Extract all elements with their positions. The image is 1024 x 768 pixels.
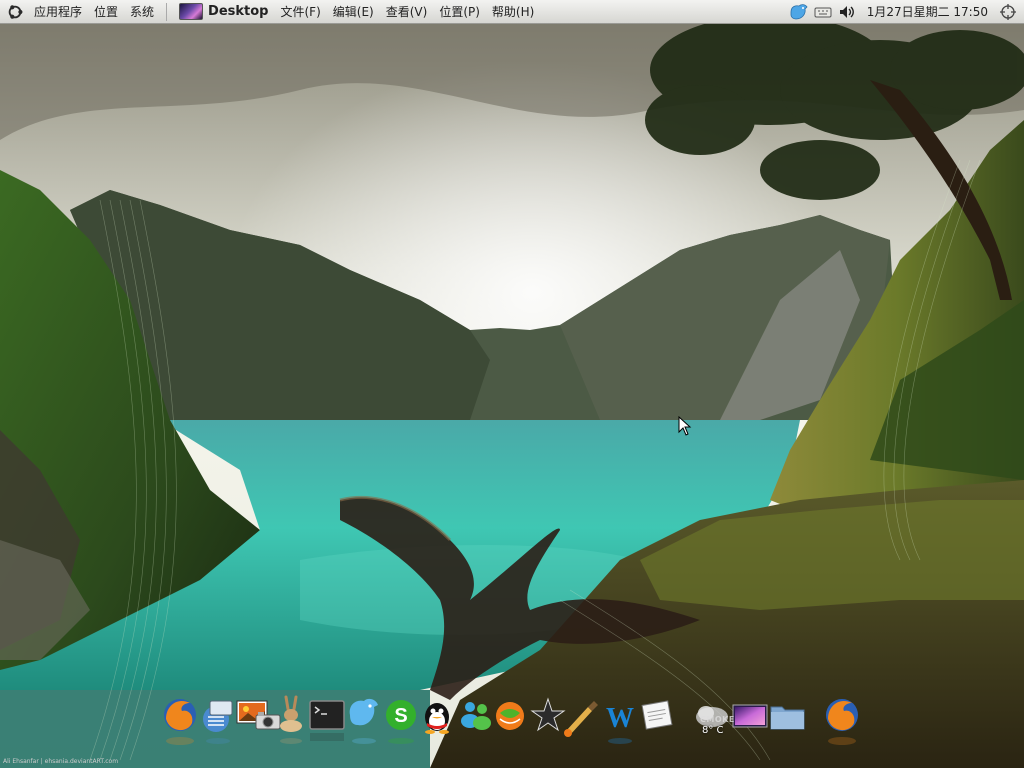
svg-text:W: W: [606, 703, 634, 734]
menu-file[interactable]: 文件(F): [275, 0, 327, 24]
menu-help[interactable]: 帮助(H): [486, 0, 540, 24]
mouse-cursor: [678, 416, 692, 436]
menu-system[interactable]: 系统: [124, 0, 160, 24]
menu-go[interactable]: 位置(P): [433, 0, 486, 24]
writer-icon[interactable]: W: [600, 693, 640, 763]
menu-applications[interactable]: 应用程序: [28, 0, 88, 24]
clock[interactable]: 1月27日星期二 17:50: [859, 3, 996, 20]
menu-places[interactable]: 位置: [88, 0, 124, 24]
desktop-app-icon: [179, 3, 204, 20]
ubuntu-logo-icon[interactable]: [6, 3, 24, 21]
mail-icon[interactable]: [492, 693, 532, 763]
menu-view[interactable]: 查看(V): [380, 0, 434, 24]
panel-left: 应用程序 位置 系统 Desktop 文件(F) 编辑(E) 查看(V) 位置(…: [0, 0, 540, 24]
volume-icon[interactable]: [837, 2, 857, 22]
top-panel: 应用程序 位置 系统 Desktop 文件(F) 编辑(E) 查看(V) 位置(…: [0, 0, 1024, 24]
panel-right: 1月27日星期二 17:50: [787, 0, 1024, 24]
messenger-icon[interactable]: [456, 693, 496, 763]
weather-temperature: 8° C: [702, 725, 724, 736]
rabbit-icon[interactable]: [272, 693, 312, 763]
terminal-icon[interactable]: [308, 693, 348, 763]
folder-icon[interactable]: [768, 693, 808, 763]
dock: S W: [156, 693, 868, 763]
panel-separator: [166, 2, 168, 21]
qq-icon[interactable]: [418, 693, 458, 763]
keyboard-icon[interactable]: [813, 2, 833, 22]
svg-text:S: S: [394, 705, 407, 727]
system-icon[interactable]: [198, 693, 238, 763]
screen-icon[interactable]: [730, 693, 770, 763]
twitter-bird-icon[interactable]: [789, 2, 809, 22]
firefox-icon[interactable]: [160, 693, 200, 763]
twitter-icon[interactable]: [344, 693, 384, 763]
firefox-icon-2[interactable]: [822, 693, 862, 763]
wallpaper-credit: Ali Ehsanfar | ehsania.deviantART.com: [3, 758, 119, 765]
menu-edit[interactable]: 编辑(E): [327, 0, 380, 24]
skype-icon[interactable]: S: [382, 693, 422, 763]
notes-icon[interactable]: [638, 693, 678, 763]
desktop-wallpaper: [0, 0, 1024, 768]
weather-brand: CMOKE: [700, 715, 735, 724]
active-app-name: Desktop: [208, 4, 269, 19]
power-icon[interactable]: [998, 2, 1018, 22]
brush-icon[interactable]: [560, 693, 600, 763]
